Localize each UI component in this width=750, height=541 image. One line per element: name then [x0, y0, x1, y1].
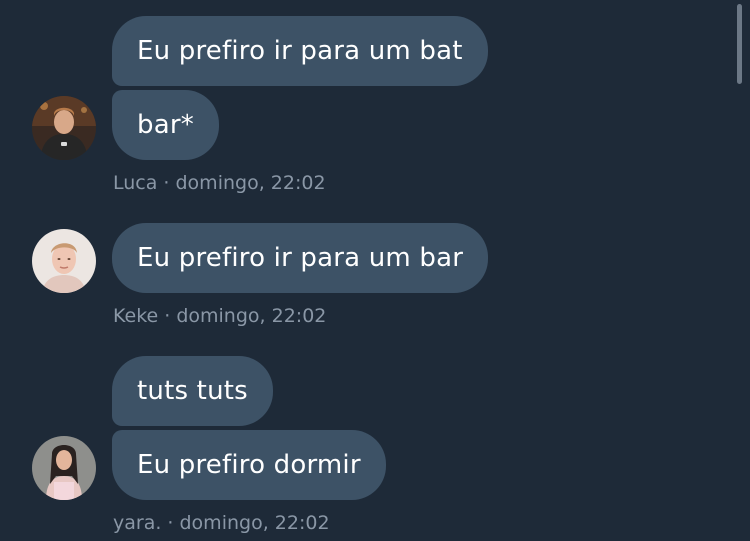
message-meta: Keke · domingo, 22:02 — [113, 305, 327, 327]
chat-thread: Eu prefiro ir para um bat bar* Luca · do… — [0, 0, 750, 541]
avatar-yara[interactable] — [32, 436, 96, 500]
avatar-luca[interactable] — [32, 96, 96, 160]
user-avatar-icon — [32, 436, 96, 500]
user-avatar-icon — [32, 229, 96, 293]
message-bubble[interactable]: Eu prefiro ir para um bar — [112, 223, 489, 293]
message-meta: yara. · domingo, 22:02 — [113, 512, 330, 534]
scrollbar[interactable] — [737, 4, 742, 84]
message-bubble[interactable]: Eu prefiro dormir — [112, 430, 386, 500]
message-bubble[interactable]: bar* — [112, 90, 219, 160]
message-meta: Luca · domingo, 22:02 — [113, 172, 326, 194]
user-avatar-icon — [32, 96, 96, 160]
message-bubble[interactable]: tuts tuts — [112, 356, 273, 426]
avatar-keke[interactable] — [32, 229, 96, 293]
message-bubble[interactable]: Eu prefiro ir para um bat — [112, 16, 488, 86]
